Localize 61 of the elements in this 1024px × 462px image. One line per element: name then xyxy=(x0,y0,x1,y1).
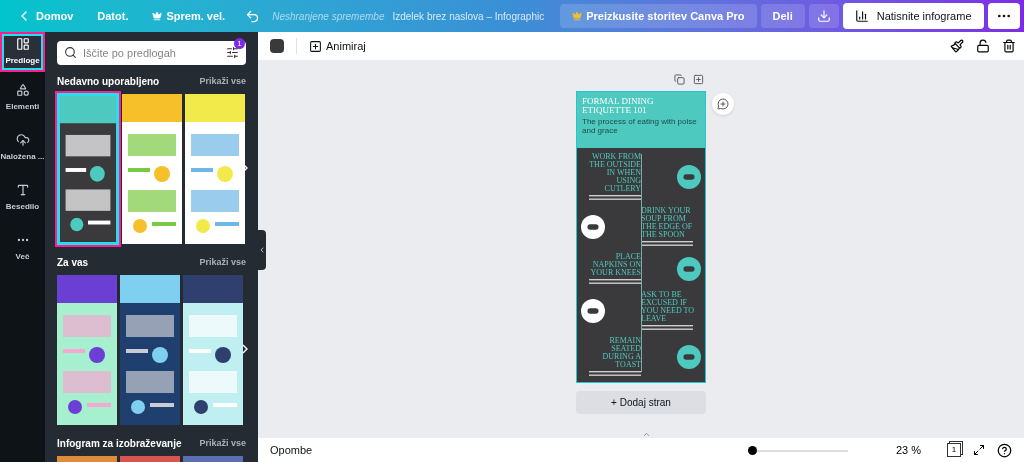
step-heading: WORK FROM THE OUTSIDE IN WHEN USING CUTLERY xyxy=(588,153,641,193)
cloud-upload-icon xyxy=(15,133,30,147)
step-icon xyxy=(677,165,701,189)
step-icon xyxy=(677,257,701,281)
animate-icon xyxy=(309,39,322,53)
rail-tab[interactable]: Elementi xyxy=(0,74,45,122)
download-icon xyxy=(816,9,831,23)
search-icon xyxy=(64,46,77,59)
step-icon xyxy=(581,299,605,323)
zoom-slider-thumb[interactable] xyxy=(747,445,757,455)
page-subtitle: The process of eating with poise and grace xyxy=(582,118,698,135)
layout-icon xyxy=(15,37,30,51)
rail-tab[interactable]: Več xyxy=(0,224,45,272)
download-button[interactable] xyxy=(808,4,839,28)
panel-collapse-handle[interactable] xyxy=(258,230,266,270)
unlock-icon[interactable] xyxy=(976,39,990,53)
zoom-reading: 23 % xyxy=(895,442,921,458)
show-all-link[interactable]: Prikaži vse xyxy=(199,436,246,451)
color-swatch[interactable] xyxy=(270,39,284,53)
step-heading: PLACE NAPKINS ON YOUR KNEES xyxy=(589,253,641,277)
comment-icon xyxy=(717,98,729,110)
expand-icon xyxy=(642,430,651,439)
step-heading: REMAIN SEATED DURING A TOAST xyxy=(601,337,641,369)
shapes-icon xyxy=(15,83,30,97)
section-title: Nedavno uporabljeno xyxy=(57,75,160,89)
page-count-button[interactable]: 1 xyxy=(947,443,961,457)
section-title: Za vas xyxy=(57,256,89,270)
rail-tab[interactable]: Predloge xyxy=(0,32,45,72)
step-heading: DRINK YOUR SOUP FROM THE EDGE OF THE SPOON xyxy=(641,207,694,239)
save-status: Neshranjene spremembe xyxy=(272,9,385,24)
show-all-link[interactable]: Prikaži vse xyxy=(199,74,246,89)
section-title: Infogram za izobraževanje xyxy=(57,437,182,451)
show-all-link[interactable]: Prikaži vse xyxy=(199,255,246,270)
filter-count-badge: 1 xyxy=(234,38,245,49)
bar-chart-icon xyxy=(854,9,869,23)
rail-tab[interactable]: Besedilo xyxy=(0,174,45,222)
step-heading: ASK TO BE EXCUSED IF YOU NEED TO LEAVE xyxy=(641,291,696,323)
zoom-slider[interactable] xyxy=(747,445,848,455)
help-icon[interactable] xyxy=(997,442,1012,458)
more-button[interactable] xyxy=(987,3,1020,29)
crown-icon xyxy=(572,11,583,21)
rail-tab[interactable]: Naložena ... xyxy=(0,124,45,172)
notes-button[interactable]: Opombe xyxy=(270,441,313,459)
collapse-icon xyxy=(258,246,266,254)
step-icon xyxy=(677,345,701,369)
page-title: FORMAL DINING ETIQUETTE 101 xyxy=(582,97,655,115)
crown-icon xyxy=(152,11,163,21)
document-title: Izdelek brez naslova – Infographic xyxy=(392,9,545,24)
add-page-button[interactable]: + Dodaj stran xyxy=(576,391,706,414)
step-icon xyxy=(581,215,605,239)
duplicate-page-icon[interactable] xyxy=(674,74,685,85)
print-button[interactable]: Natisnite infograme xyxy=(842,3,984,29)
animate-button[interactable]: Animiraj xyxy=(309,37,366,55)
text-icon xyxy=(15,183,30,197)
filter-icon xyxy=(226,46,239,59)
add-page-icon[interactable] xyxy=(693,74,704,85)
fullscreen-icon[interactable] xyxy=(973,444,985,456)
comment-button[interactable] xyxy=(712,93,734,115)
undo-icon xyxy=(245,8,261,24)
trash-icon[interactable] xyxy=(1002,39,1016,53)
share-button[interactable]: Deli xyxy=(760,4,805,28)
